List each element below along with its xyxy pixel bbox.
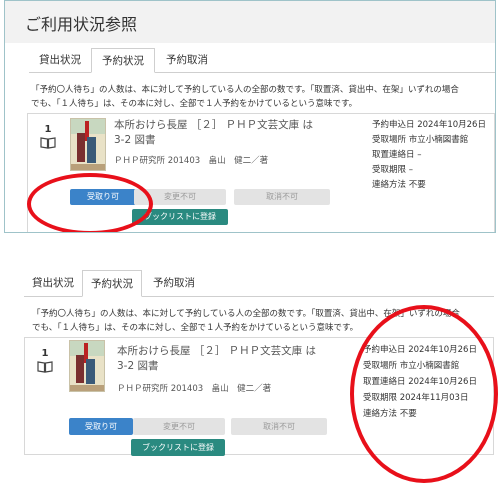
contact-method: 連絡方法 不要 (372, 180, 426, 190)
receive-ok-button[interactable]: 受取り可 (69, 418, 133, 435)
tab-lending-status[interactable]: 貸出状況 (29, 48, 91, 73)
hold-notice-date: 取置連絡日 – (372, 150, 422, 160)
book-title-line-2: 3-2 図書 (117, 360, 159, 372)
book-title-line-1: 本所おけら長屋 ［２］ ＰＨＰ文芸文庫 は (114, 119, 314, 131)
tab-lending-status[interactable]: 貸出状況 (24, 270, 82, 297)
title-bar: ご利用状況参照 (5, 1, 495, 43)
tab-bar: 貸出状況 予約状況 予約取消 (24, 270, 494, 297)
tab-reservation-status[interactable]: 予約状況 (82, 270, 142, 297)
reservation-info: 予約申込日 2024年10月26日 受取場所 市立小楠図書館 取置連絡日 – 受… (372, 118, 486, 193)
open-book-icon (40, 137, 56, 149)
book-title-line-1: 本所おけら長屋 ［２］ ＰＨＰ文芸文庫 は (117, 345, 317, 357)
applied-date: 予約申込日 2024年10月26日 (372, 120, 486, 130)
reservation-panel-after: 貸出状況 予約状況 予約取消 「予約〇人待ち」の人数は、本に対して予約している人… (4, 255, 498, 483)
highlight-circle (350, 305, 498, 483)
tab-bar: 貸出状況 予約状況 予約取消 (29, 48, 495, 73)
add-to-booklist-button[interactable]: ブックリストに登録 (131, 439, 225, 456)
book-cover[interactable] (70, 118, 106, 171)
reservation-panel-before: ご利用状況参照 貸出状況 予約状況 予約取消 「予約〇人待ち」の人数は、本に対し… (4, 0, 496, 233)
book-publisher: ＰＨＰ研究所 201403 畠山 健二／著 (117, 384, 272, 394)
change-disabled-button[interactable]: 変更不可 (133, 418, 225, 435)
cancel-disabled-button[interactable]: 取消不可 (231, 418, 327, 435)
notice-line-2: でも、「１人待ち」は、その本に対し、全部で１人予約をかけているという意味です。 (31, 99, 358, 109)
book-title[interactable]: 本所おけら長屋 ［２］ ＰＨＰ文芸文庫 は 3-2 図書 (114, 118, 344, 148)
pickup-place: 受取場所 市立小楠図書館 (372, 135, 469, 145)
notice-line-1: 「予約〇人待ち」の人数は、本に対して予約している人の全部の数です。「取置済、貸出… (31, 85, 459, 95)
page-title: ご利用状況参照 (25, 15, 138, 34)
book-publisher: ＰＨＰ研究所 201403 畠山 健二／著 (114, 156, 269, 166)
cancel-disabled-button[interactable]: 取消不可 (234, 189, 330, 205)
pickup-deadline: 受取期限 – (372, 165, 413, 175)
record-number: 1 (41, 348, 49, 359)
record-number: 1 (44, 124, 52, 135)
tab-reservation-cancel[interactable]: 予約取消 (155, 48, 219, 73)
tab-reservation-status[interactable]: 予約状況 (91, 48, 155, 73)
highlight-circle (27, 173, 153, 232)
record-number-column: 1 (25, 348, 65, 373)
book-title-line-2: 3-2 図書 (114, 134, 156, 146)
notice-text: 「予約〇人待ち」の人数は、本に対して予約している人の全部の数です。「取置済、貸出… (31, 83, 459, 111)
book-title[interactable]: 本所おけら長屋 ［２］ ＰＨＰ文芸文庫 は 3-2 図書 (117, 344, 347, 374)
record-number-column: 1 (28, 124, 68, 149)
open-book-icon (37, 361, 53, 373)
tab-reservation-cancel[interactable]: 予約取消 (142, 270, 206, 297)
book-cover[interactable] (69, 340, 105, 392)
